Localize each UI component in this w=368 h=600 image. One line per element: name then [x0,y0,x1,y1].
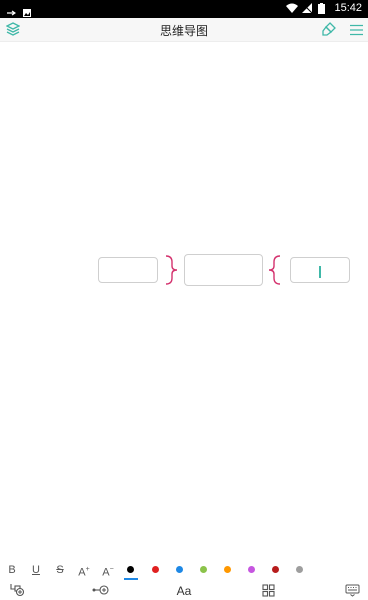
status-bar: 15:42 [0,0,368,18]
add-child-icon [91,582,111,600]
clock: 15:42 [334,2,362,14]
selected-color-indicator [124,578,138,580]
wifi-icon [286,3,299,13]
format-toolbar: B U S A+ A− [0,558,368,582]
mind-map-canvas[interactable] [0,42,368,556]
color-swatch-blue[interactable] [176,566,183,573]
style-brush-button[interactable] [320,21,338,39]
add-child-button[interactable] [90,582,112,600]
battery-icon [318,3,328,14]
underline-button[interactable]: U [27,562,45,578]
decrease-font-sign: − [109,566,114,573]
left-node[interactable] [98,257,158,283]
keyboard-button[interactable] [342,582,362,600]
layout-grid-icon [261,582,275,600]
text-cursor [319,266,321,278]
paint-brush-icon [322,21,336,40]
app-header: 思维导图 [0,18,368,42]
increase-font-sign: + [85,566,90,573]
color-swatch-black[interactable] [127,566,134,573]
color-swatch-red[interactable] [152,566,159,573]
strikethrough-button[interactable]: S [51,562,69,578]
color-swatch-dark-red[interactable] [272,566,279,573]
page-title: 思维导图 [159,24,208,38]
menu-icon [349,21,363,40]
color-swatch-gray[interactable] [296,566,303,573]
right-brace-connector [165,255,178,285]
layout-button[interactable] [258,582,278,600]
increase-font-button[interactable]: A+ [75,562,93,579]
decrease-font-label: A [102,566,110,579]
usb-icon [6,3,17,16]
text-style-label: Aa [176,584,192,598]
menu-button[interactable] [347,21,365,39]
color-swatch-orange[interactable] [224,566,231,573]
signal-icon [302,2,313,14]
right-node-editing[interactable] [290,257,350,283]
color-swatch-purple[interactable] [248,566,255,573]
add-sibling-icon [9,582,25,600]
bold-button[interactable]: B [3,562,21,578]
bottom-toolbar: Aa [0,582,368,600]
center-node[interactable] [184,254,263,286]
add-sibling-button[interactable] [7,582,27,600]
decrease-font-button[interactable]: A− [99,562,117,579]
image-icon [22,3,32,17]
increase-font-label: A [78,566,86,579]
left-brace-connector [268,255,281,285]
keyboard-icon [345,582,360,600]
text-style-button[interactable]: Aa [174,582,194,600]
color-swatch-green[interactable] [200,566,207,573]
